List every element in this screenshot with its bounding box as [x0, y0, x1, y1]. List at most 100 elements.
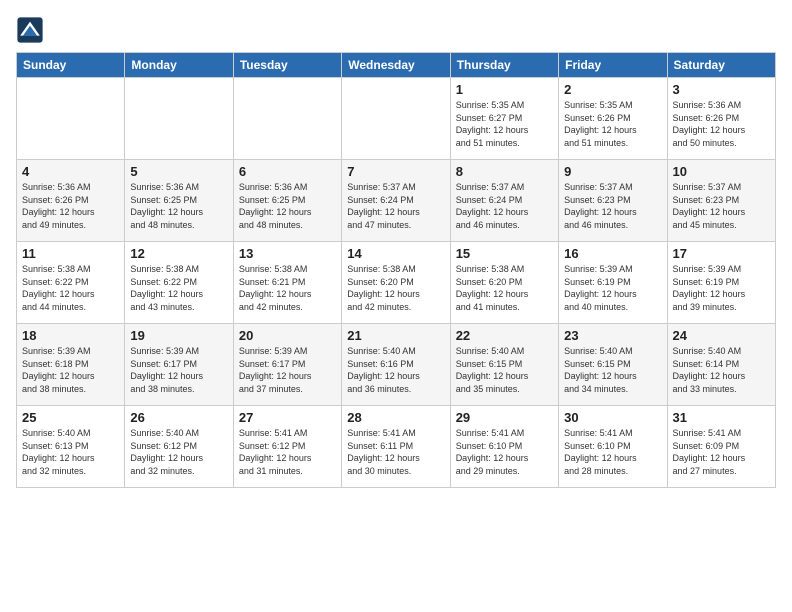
- day-info: Sunrise: 5:41 AM Sunset: 6:09 PM Dayligh…: [673, 427, 770, 477]
- day-number: 3: [673, 82, 770, 97]
- day-info: Sunrise: 5:39 AM Sunset: 6:17 PM Dayligh…: [130, 345, 227, 395]
- day-info: Sunrise: 5:39 AM Sunset: 6:19 PM Dayligh…: [673, 263, 770, 313]
- calendar-cell: 22 Sunrise: 5:40 AM Sunset: 6:15 PM Dayli…: [450, 324, 558, 406]
- calendar-week-row: 18 Sunrise: 5:39 AM Sunset: 6:18 PM Dayli…: [17, 324, 776, 406]
- day-number: 22: [456, 328, 553, 343]
- day-number: 8: [456, 164, 553, 179]
- day-number: 15: [456, 246, 553, 261]
- day-info: Sunrise: 5:40 AM Sunset: 6:15 PM Dayligh…: [456, 345, 553, 395]
- day-info: Sunrise: 5:40 AM Sunset: 6:15 PM Dayligh…: [564, 345, 661, 395]
- day-number: 25: [22, 410, 119, 425]
- day-info: Sunrise: 5:38 AM Sunset: 6:20 PM Dayligh…: [456, 263, 553, 313]
- day-number: 28: [347, 410, 444, 425]
- day-number: 13: [239, 246, 336, 261]
- day-number: 6: [239, 164, 336, 179]
- day-number: 18: [22, 328, 119, 343]
- calendar-cell: 15 Sunrise: 5:38 AM Sunset: 6:20 PM Dayli…: [450, 242, 558, 324]
- weekday-header: Tuesday: [233, 53, 341, 78]
- day-number: 31: [673, 410, 770, 425]
- calendar-cell: 12 Sunrise: 5:38 AM Sunset: 6:22 PM Dayli…: [125, 242, 233, 324]
- day-info: Sunrise: 5:38 AM Sunset: 6:21 PM Dayligh…: [239, 263, 336, 313]
- calendar-cell: 23 Sunrise: 5:40 AM Sunset: 6:15 PM Dayli…: [559, 324, 667, 406]
- calendar-cell: 7 Sunrise: 5:37 AM Sunset: 6:24 PM Daylig…: [342, 160, 450, 242]
- day-number: 26: [130, 410, 227, 425]
- day-info: Sunrise: 5:38 AM Sunset: 6:22 PM Dayligh…: [130, 263, 227, 313]
- calendar-week-row: 25 Sunrise: 5:40 AM Sunset: 6:13 PM Dayli…: [17, 406, 776, 488]
- day-info: Sunrise: 5:40 AM Sunset: 6:12 PM Dayligh…: [130, 427, 227, 477]
- weekday-header: Sunday: [17, 53, 125, 78]
- calendar-week-row: 4Sunrise: 5:36 AM Sunset: 6:26 PM Daylig…: [17, 160, 776, 242]
- calendar-cell: 11 Sunrise: 5:38 AM Sunset: 6:22 PM Dayli…: [17, 242, 125, 324]
- calendar-cell: 25 Sunrise: 5:40 AM Sunset: 6:13 PM Dayli…: [17, 406, 125, 488]
- day-info: Sunrise: 5:35 AM Sunset: 6:26 PM Dayligh…: [564, 99, 661, 149]
- day-info: Sunrise: 5:37 AM Sunset: 6:24 PM Dayligh…: [456, 181, 553, 231]
- calendar-cell: 6Sunrise: 5:36 AM Sunset: 6:25 PM Daylig…: [233, 160, 341, 242]
- day-info: Sunrise: 5:40 AM Sunset: 6:16 PM Dayligh…: [347, 345, 444, 395]
- day-info: Sunrise: 5:39 AM Sunset: 6:17 PM Dayligh…: [239, 345, 336, 395]
- day-number: 29: [456, 410, 553, 425]
- day-number: 2: [564, 82, 661, 97]
- day-number: 1: [456, 82, 553, 97]
- day-number: 30: [564, 410, 661, 425]
- weekday-header: Wednesday: [342, 53, 450, 78]
- day-info: Sunrise: 5:41 AM Sunset: 6:11 PM Dayligh…: [347, 427, 444, 477]
- calendar-cell: [233, 78, 341, 160]
- day-number: 27: [239, 410, 336, 425]
- calendar-cell: 18 Sunrise: 5:39 AM Sunset: 6:18 PM Dayli…: [17, 324, 125, 406]
- calendar-cell: 26 Sunrise: 5:40 AM Sunset: 6:12 PM Dayli…: [125, 406, 233, 488]
- day-info: Sunrise: 5:35 AM Sunset: 6:27 PM Dayligh…: [456, 99, 553, 149]
- calendar-cell: 27Sunrise: 5:41 AM Sunset: 6:12 PM Dayli…: [233, 406, 341, 488]
- calendar-cell: 19 Sunrise: 5:39 AM Sunset: 6:17 PM Dayli…: [125, 324, 233, 406]
- calendar-cell: 21 Sunrise: 5:40 AM Sunset: 6:16 PM Dayli…: [342, 324, 450, 406]
- day-number: 17: [673, 246, 770, 261]
- day-number: 20: [239, 328, 336, 343]
- calendar-cell: 16 Sunrise: 5:39 AM Sunset: 6:19 PM Dayli…: [559, 242, 667, 324]
- calendar-cell: 5 Sunrise: 5:36 AM Sunset: 6:25 PM Daylig…: [125, 160, 233, 242]
- calendar-week-row: 1 Sunrise: 5:35 AM Sunset: 6:27 PM Daylig…: [17, 78, 776, 160]
- weekday-header: Monday: [125, 53, 233, 78]
- day-info: Sunrise: 5:40 AM Sunset: 6:13 PM Dayligh…: [22, 427, 119, 477]
- day-info: Sunrise: 5:37 AM Sunset: 6:23 PM Dayligh…: [564, 181, 661, 231]
- weekday-header: Friday: [559, 53, 667, 78]
- day-info: Sunrise: 5:36 AM Sunset: 6:25 PM Dayligh…: [130, 181, 227, 231]
- day-number: 4: [22, 164, 119, 179]
- day-info: Sunrise: 5:36 AM Sunset: 6:26 PM Dayligh…: [673, 99, 770, 149]
- day-info: Sunrise: 5:37 AM Sunset: 6:23 PM Dayligh…: [673, 181, 770, 231]
- day-info: Sunrise: 5:41 AM Sunset: 6:10 PM Dayligh…: [456, 427, 553, 477]
- calendar-cell: 9Sunrise: 5:37 AM Sunset: 6:23 PM Daylig…: [559, 160, 667, 242]
- calendar-cell: 13 Sunrise: 5:38 AM Sunset: 6:21 PM Dayli…: [233, 242, 341, 324]
- day-info: Sunrise: 5:37 AM Sunset: 6:24 PM Dayligh…: [347, 181, 444, 231]
- day-number: 12: [130, 246, 227, 261]
- calendar-cell: 2 Sunrise: 5:35 AM Sunset: 6:26 PM Daylig…: [559, 78, 667, 160]
- calendar-cell: 29 Sunrise: 5:41 AM Sunset: 6:10 PM Dayli…: [450, 406, 558, 488]
- day-number: 5: [130, 164, 227, 179]
- day-number: 7: [347, 164, 444, 179]
- logo: [16, 16, 48, 44]
- calendar-cell: 14Sunrise: 5:38 AM Sunset: 6:20 PM Dayli…: [342, 242, 450, 324]
- day-info: Sunrise: 5:39 AM Sunset: 6:18 PM Dayligh…: [22, 345, 119, 395]
- day-info: Sunrise: 5:40 AM Sunset: 6:14 PM Dayligh…: [673, 345, 770, 395]
- weekday-header-row: SundayMondayTuesdayWednesdayThursdayFrid…: [17, 53, 776, 78]
- day-number: 21: [347, 328, 444, 343]
- calendar-cell: [17, 78, 125, 160]
- day-info: Sunrise: 5:39 AM Sunset: 6:19 PM Dayligh…: [564, 263, 661, 313]
- calendar-cell: 10 Sunrise: 5:37 AM Sunset: 6:23 PM Dayli…: [667, 160, 775, 242]
- weekday-header: Saturday: [667, 53, 775, 78]
- calendar-week-row: 11 Sunrise: 5:38 AM Sunset: 6:22 PM Dayli…: [17, 242, 776, 324]
- calendar-cell: 30Sunrise: 5:41 AM Sunset: 6:10 PM Dayli…: [559, 406, 667, 488]
- day-number: 19: [130, 328, 227, 343]
- calendar-cell: 8 Sunrise: 5:37 AM Sunset: 6:24 PM Daylig…: [450, 160, 558, 242]
- calendar-cell: 28 Sunrise: 5:41 AM Sunset: 6:11 PM Dayli…: [342, 406, 450, 488]
- day-number: 14: [347, 246, 444, 261]
- day-number: 10: [673, 164, 770, 179]
- day-info: Sunrise: 5:38 AM Sunset: 6:22 PM Dayligh…: [22, 263, 119, 313]
- day-number: 23: [564, 328, 661, 343]
- logo-icon: [16, 16, 44, 44]
- calendar-cell: [342, 78, 450, 160]
- calendar-cell: 1 Sunrise: 5:35 AM Sunset: 6:27 PM Daylig…: [450, 78, 558, 160]
- day-number: 24: [673, 328, 770, 343]
- day-number: 11: [22, 246, 119, 261]
- calendar-cell: 31 Sunrise: 5:41 AM Sunset: 6:09 PM Dayli…: [667, 406, 775, 488]
- calendar-cell: 3 Sunrise: 5:36 AM Sunset: 6:26 PM Daylig…: [667, 78, 775, 160]
- day-number: 16: [564, 246, 661, 261]
